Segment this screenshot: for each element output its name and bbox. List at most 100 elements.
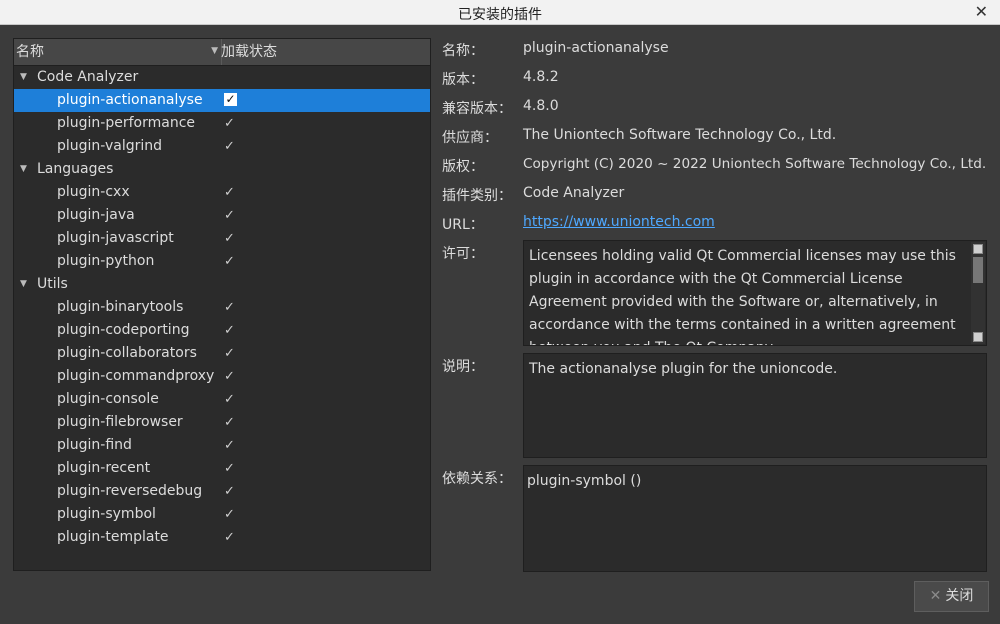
license-scrollbar[interactable] [971, 242, 985, 344]
url-link[interactable]: https://www.uniontech.com [523, 214, 715, 230]
tree-group-row[interactable]: ▼ Utils [14, 273, 430, 296]
license-text: Licensees holding valid Qt Commercial li… [529, 248, 956, 345]
load-status-checkbox[interactable]: ✓ [224, 342, 235, 365]
plugin-row[interactable]: plugin-python ✓ [14, 250, 430, 273]
plugin-name: plugin-find [57, 437, 132, 453]
load-status-checkbox[interactable]: ✓ [224, 296, 235, 319]
plugin-row[interactable]: plugin-performance ✓ [14, 112, 430, 135]
column-header-status[interactable]: 加载状态 [221, 39, 277, 65]
load-status-checkbox[interactable]: ✓ [224, 411, 235, 434]
expand-arrow-icon[interactable]: ▼ [20, 158, 27, 181]
load-status-checkbox[interactable]: ✓ [224, 250, 235, 273]
plugin-name: plugin-commandproxy [57, 368, 215, 384]
description-textbox[interactable]: The actionanalyse plugin for the unionco… [523, 353, 987, 458]
plugin-row[interactable]: plugin-symbol ✓ [14, 503, 430, 526]
load-status-checkbox[interactable]: ✓ [224, 503, 235, 526]
description-text: The actionanalyse plugin for the unionco… [529, 361, 838, 377]
plugin-name: plugin-actionanalyse [57, 92, 203, 108]
plugin-name: plugin-javascript [57, 230, 174, 246]
load-status-checkbox[interactable]: ✓ [224, 204, 235, 227]
plugin-name: plugin-python [57, 253, 155, 269]
plugin-row[interactable]: plugin-recent ✓ [14, 457, 430, 480]
plugin-name: plugin-java [57, 207, 135, 223]
load-status-checkbox[interactable]: ✓ [224, 388, 235, 411]
plugin-name: plugin-console [57, 391, 159, 407]
plugin-name: plugin-codeporting [57, 322, 190, 338]
load-status-checkbox[interactable]: ✓ [224, 227, 235, 250]
name-value: plugin-actionanalyse [523, 40, 669, 56]
plugin-row[interactable]: plugin-find ✓ [14, 434, 430, 457]
copyright-label: 版权： [442, 159, 484, 175]
plugin-row[interactable]: plugin-binarytools ✓ [14, 296, 430, 319]
tree-group-row[interactable]: ▼ Code Analyzer [14, 66, 430, 89]
window-close-icon[interactable]: ✕ [975, 2, 988, 21]
load-status-checkbox[interactable]: ✓ [224, 112, 235, 135]
tree-group-label: Code Analyzer [37, 69, 139, 85]
expand-arrow-icon[interactable]: ▼ [20, 66, 27, 89]
plugin-row[interactable]: plugin-valgrind ✓ [14, 135, 430, 158]
load-status-checkbox[interactable]: ✓ [224, 93, 237, 106]
column-header-name-label: 名称 [16, 44, 44, 60]
tree-rows: ▼ Code Analyzer plugin-actionanalyse ✓ plugi… [14, 66, 430, 549]
close-icon: ✕ [929, 588, 942, 604]
title-bar: 已安装的插件 ✕ [0, 0, 1000, 25]
vendor-label: 供应商： [442, 130, 498, 146]
plugin-row[interactable]: plugin-codeporting ✓ [14, 319, 430, 342]
load-status-checkbox[interactable]: ✓ [224, 135, 235, 158]
license-label: 许可： [442, 246, 484, 262]
plugin-row[interactable]: plugin-actionanalyse ✓ [14, 89, 430, 112]
plugin-name: plugin-valgrind [57, 138, 163, 154]
tree-group-row[interactable]: ▼ Languages [14, 158, 430, 181]
plugin-row[interactable]: plugin-filebrowser ✓ [14, 411, 430, 434]
license-textbox[interactable]: Licensees holding valid Qt Commercial li… [523, 240, 987, 346]
plugin-row[interactable]: plugin-console ✓ [14, 388, 430, 411]
sort-indicator-icon: ▼ [211, 46, 218, 56]
url-label: URL： [442, 217, 484, 233]
copyright-value: Copyright (C) 2020 ~ 2022 Uniontech Soft… [523, 156, 987, 172]
plugin-row[interactable]: plugin-collaborators ✓ [14, 342, 430, 365]
tree-header: 名称 ▼ 加载状态 [14, 39, 430, 66]
close-button[interactable]: ✕ 关闭 [914, 581, 989, 612]
plugin-row[interactable]: plugin-template ✓ [14, 526, 430, 549]
name-label: 名称： [442, 43, 484, 59]
expand-arrow-icon[interactable]: ▼ [20, 273, 27, 296]
description-label: 说明： [442, 359, 484, 375]
plugin-row[interactable]: plugin-commandproxy ✓ [14, 365, 430, 388]
plugin-name: plugin-filebrowser [57, 414, 183, 430]
scroll-down-icon[interactable] [973, 332, 983, 342]
load-status-checkbox[interactable]: ✓ [224, 319, 235, 342]
plugin-name: plugin-template [57, 529, 169, 545]
plugin-tree[interactable]: 名称 ▼ 加载状态 ▼ Code Analyzer plugin-actionana… [13, 38, 431, 571]
plugin-row[interactable]: plugin-cxx ✓ [14, 181, 430, 204]
plugin-name: plugin-binarytools [57, 299, 184, 315]
category-value: Code Analyzer [523, 185, 625, 201]
window-title: 已安装的插件 [458, 7, 542, 23]
load-status-checkbox[interactable]: ✓ [224, 181, 235, 204]
scroll-up-icon[interactable] [973, 244, 983, 254]
plugin-row[interactable]: plugin-reversedebug ✓ [14, 480, 430, 503]
scroll-thumb[interactable] [973, 257, 983, 283]
version-label: 版本： [442, 72, 484, 88]
plugin-name: plugin-symbol [57, 506, 156, 522]
compat-version-value: 4.8.0 [523, 98, 559, 114]
plugin-row[interactable]: plugin-javascript ✓ [14, 227, 430, 250]
column-header-name[interactable]: 名称 ▼ [14, 39, 222, 65]
load-status-checkbox[interactable]: ✓ [224, 434, 235, 457]
dependencies-label: 依赖关系： [442, 471, 512, 487]
load-status-checkbox[interactable]: ✓ [224, 457, 235, 480]
load-status-checkbox[interactable]: ✓ [224, 480, 235, 503]
plugin-name: plugin-cxx [57, 184, 130, 200]
plugin-name: plugin-reversedebug [57, 483, 203, 499]
load-status-checkbox[interactable]: ✓ [224, 365, 235, 388]
dependencies-text: plugin-symbol () [527, 473, 642, 489]
dependencies-textbox[interactable]: plugin-symbol () [523, 465, 987, 572]
plugin-row[interactable]: plugin-java ✓ [14, 204, 430, 227]
compat-version-label: 兼容版本： [442, 101, 512, 117]
tree-group-label: Utils [37, 276, 68, 292]
version-value: 4.8.2 [523, 69, 559, 85]
load-status-checkbox[interactable]: ✓ [224, 526, 235, 549]
plugin-name: plugin-performance [57, 115, 196, 131]
plugin-name: plugin-collaborators [57, 345, 197, 361]
tree-group-label: Languages [37, 161, 114, 177]
vendor-value: The Uniontech Software Technology Co., L… [523, 127, 837, 143]
